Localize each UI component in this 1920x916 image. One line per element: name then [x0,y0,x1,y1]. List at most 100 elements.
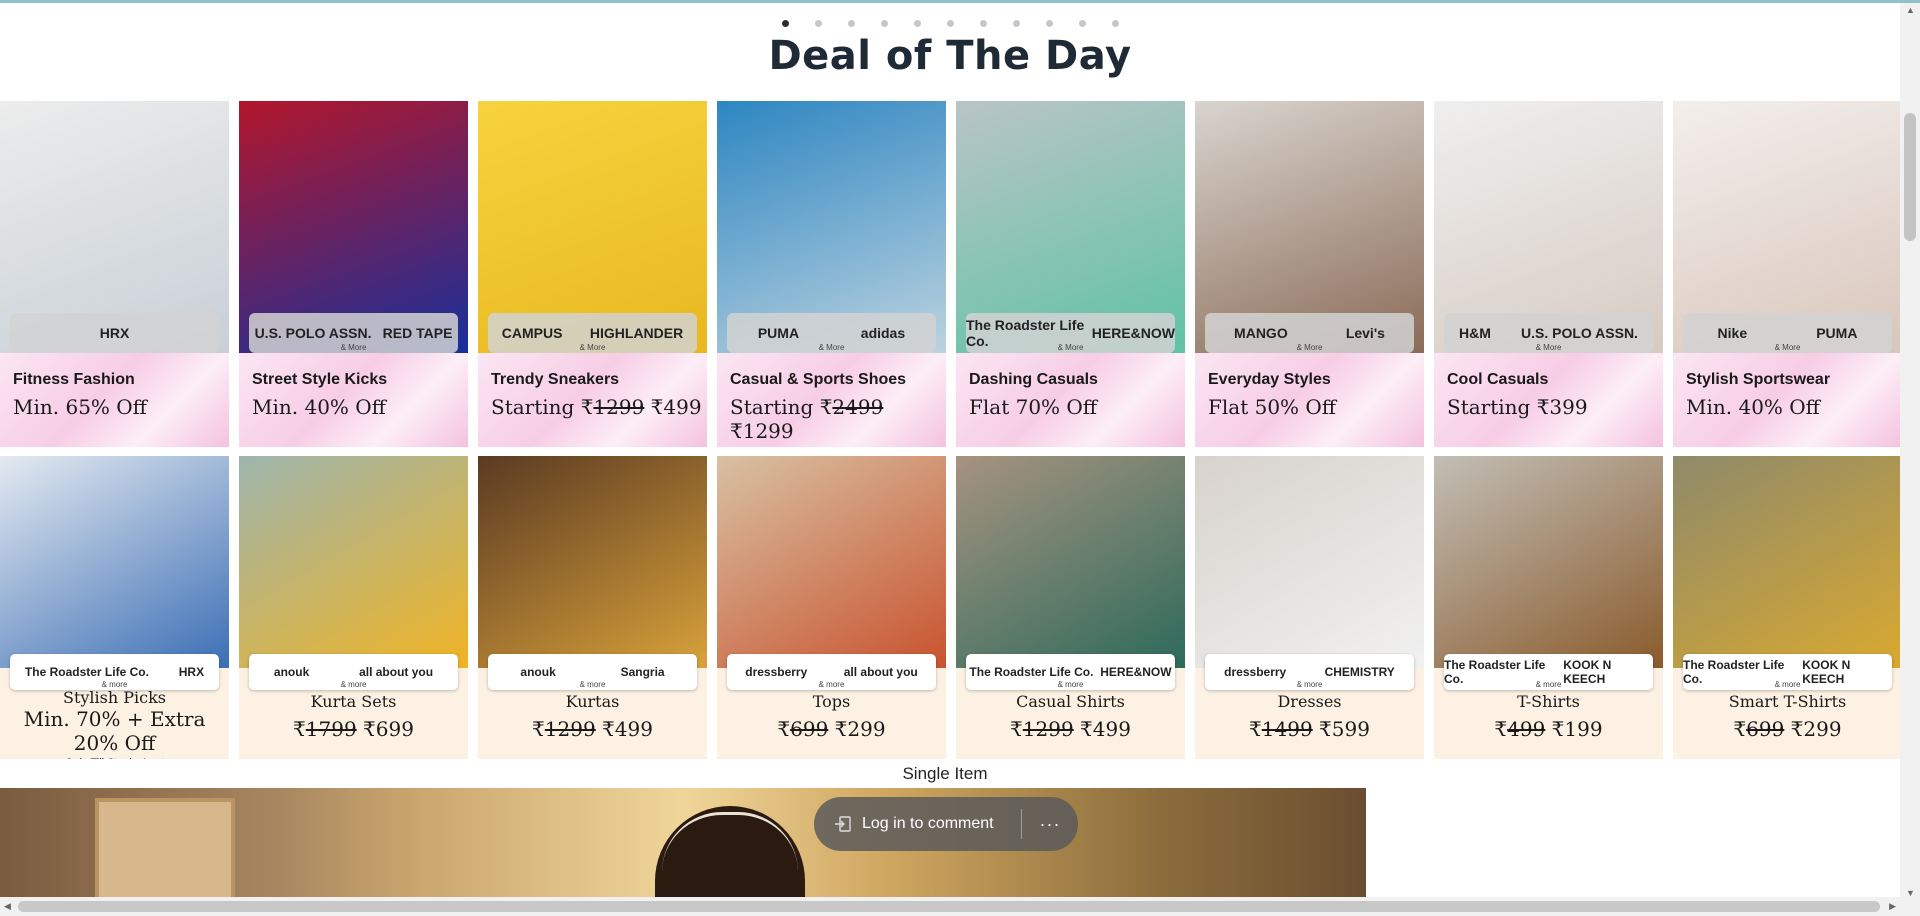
offer-price: ₹499 [644,395,702,419]
offer-price: ₹1299 [730,419,794,443]
brand-logos: Nike PUMA & More [1683,313,1892,353]
deal-category: Street Style Kicks [252,371,388,388]
more-brands-label: & more [579,680,606,689]
deal-card[interactable]: The Roadster Life Co. KOOK N KEECH & more S… [1673,456,1900,759]
carousel-dot[interactable] [1111,20,1119,27]
carousel-dot[interactable] [1078,20,1086,27]
sale-price: ₹599 [1312,717,1370,741]
brand-logo: all about you [843,665,918,679]
brand-logo: KOOK N KEECH [1802,658,1851,686]
deal-card[interactable]: MANGO Levi's & More Everyday Styles Flat 50%… [1195,101,1424,447]
brand-logo: CAMPUS [501,325,563,341]
original-price: 699 [790,717,829,741]
deal-image [1434,456,1663,668]
deal-card[interactable]: CAMPUS HIGHLANDER & More Trendy Sneakers Sta… [478,101,707,447]
carousel-dot[interactable] [781,20,789,27]
brand-logos: H&M U.S. POLO ASSN. & More [1444,313,1653,353]
more-brands-label: & more [1774,680,1801,689]
original-price: 1299 [544,717,596,741]
deal-category: Casual Shirts [1016,692,1125,711]
carousel-dot[interactable] [913,20,921,27]
deal-price: ₹1499 ₹599 [1195,717,1424,741]
original-price: 2499 [832,395,884,419]
brand-logos: dressberry all about you & more [727,654,936,690]
sale-price: ₹199 [1545,717,1603,741]
brand-logo: Nike [1717,325,1748,341]
brand-logos: U.S. POLO ASSN. RED TAPE & More [249,313,458,353]
deal-card[interactable]: dressberry all about you & more Tops ₹699 ₹2… [717,456,946,759]
more-options-button[interactable]: ··· [1022,814,1078,835]
carousel-dot[interactable] [979,20,987,27]
carousel-dot[interactable] [880,20,888,27]
more-brands-label: & More [579,343,606,352]
deal-info: Cool Casuals Starting ₹399 [1434,353,1663,447]
scroll-up-icon[interactable]: ▲ [1906,5,1915,15]
brand-logo: HERE&NOW [1100,665,1172,679]
brand-logo: PUMA [1816,325,1858,341]
deal-card[interactable]: PUMA adidas & More Casual & Sports Shoes Sta… [717,101,946,447]
scroll-right-icon[interactable]: ▶ [1889,901,1896,912]
deal-info: Dresses ₹1499 ₹599 [1195,692,1424,741]
more-brands-label: & more [340,680,367,689]
deal-card[interactable]: The Roadster Life Co. KOOK N KEECH & more T… [1434,456,1663,759]
deal-card[interactable]: U.S. POLO ASSN. RED TAPE & More Street Styl… [239,101,468,447]
banner-side [1366,788,1900,897]
original-price: 1299 [593,395,645,419]
deal-row-bottom: The Roadster Life Co. HRX & more Stylish Pi… [0,456,1900,759]
brand-logo: H&M [1459,325,1491,341]
deal-note: Only Till Stocks Last [0,757,229,759]
brand-logos: HRX [10,313,219,353]
brand-logo: dressberry [1224,665,1287,679]
deal-card[interactable]: HRX Fitness Fashion Min. 65% Off [0,101,229,447]
brand-logo: The Roadster Life Co. [969,665,1094,679]
deal-card[interactable]: The Roadster Life Co. HERE&NOW & More Dashi… [956,101,1185,447]
deal-card[interactable]: Nike PUMA & More Stylish Sportswear Min. 40%… [1673,101,1900,447]
login-to-comment-button[interactable]: Log in to comment [814,797,1021,851]
price-prefix: ₹ [293,717,306,741]
brand-logo: The Roadster Life Co. [24,665,149,679]
deal-category: Everyday Styles [1208,371,1331,388]
price-prefix: ₹ [1010,717,1023,741]
brand-logo: Sangria [620,665,665,679]
original-price: 499 [1507,717,1546,741]
deal-offer: Starting ₹2499 ₹1299 [730,395,946,443]
deal-card[interactable]: H&M U.S. POLO ASSN. & More Cool Casuals Star… [1434,101,1663,447]
brand-logo: KOOK N KEECH [1563,658,1612,686]
deal-card[interactable]: The Roadster Life Co. HERE&NOW & more Casua… [956,456,1185,759]
brand-logos: dressberry CHEMISTRY & more [1205,654,1414,690]
brand-logo: MANGO [1234,325,1288,341]
deal-card[interactable]: anouk Sangria & more Kurtas ₹1299 ₹499 [478,456,707,759]
deal-price: Min. 70% + Extra 20% Off [23,707,206,755]
more-brands-label: & More [340,343,367,352]
carousel-dot[interactable] [1045,20,1053,27]
deal-price: ₹499 ₹199 [1434,717,1663,741]
brand-logo: adidas [860,325,906,341]
picture-frame [95,798,235,897]
deal-card[interactable]: dressberry CHEMISTRY & more Dresses ₹1499 ₹5… [1195,456,1424,759]
banner-image[interactable] [0,788,1366,897]
deal-offer: Flat 70% Off [969,395,1098,419]
brand-logo: HERE&NOW [1091,325,1175,341]
deal-card[interactable]: anouk all about you & more Kurta Sets ₹1799 … [239,456,468,759]
deal-image [717,456,946,668]
horizontal-scrollbar[interactable]: ◀ ▶ [0,897,1920,916]
deal-category: Dresses [1277,692,1342,711]
brand-logo: Levi's [1345,325,1385,341]
carousel-dot[interactable] [847,20,855,27]
brand-logos: The Roadster Life Co. HERE&NOW & more [966,654,1175,690]
carousel-dot[interactable] [946,20,954,27]
scroll-left-icon[interactable]: ◀ [4,901,11,912]
deal-offer: Min. 40% Off [1686,395,1820,419]
carousel-dot[interactable] [814,20,822,27]
vertical-scrollbar[interactable]: ▲ ▼ [1900,3,1920,900]
deal-image [239,456,468,668]
carousel-dot[interactable] [1012,20,1020,27]
brand-logo: CHEMISTRY [1324,665,1395,679]
horizontal-scroll-thumb[interactable] [18,901,1880,912]
deal-card[interactable]: The Roadster Life Co. HRX & more Stylish Pi… [0,456,229,759]
vertical-scroll-thumb[interactable] [1904,113,1916,241]
single-item-label: Single Item [902,764,988,783]
more-brands-label: & more [818,680,845,689]
deal-offer: Flat 50% Off [1208,395,1337,419]
sale-price: ₹499 [595,717,653,741]
